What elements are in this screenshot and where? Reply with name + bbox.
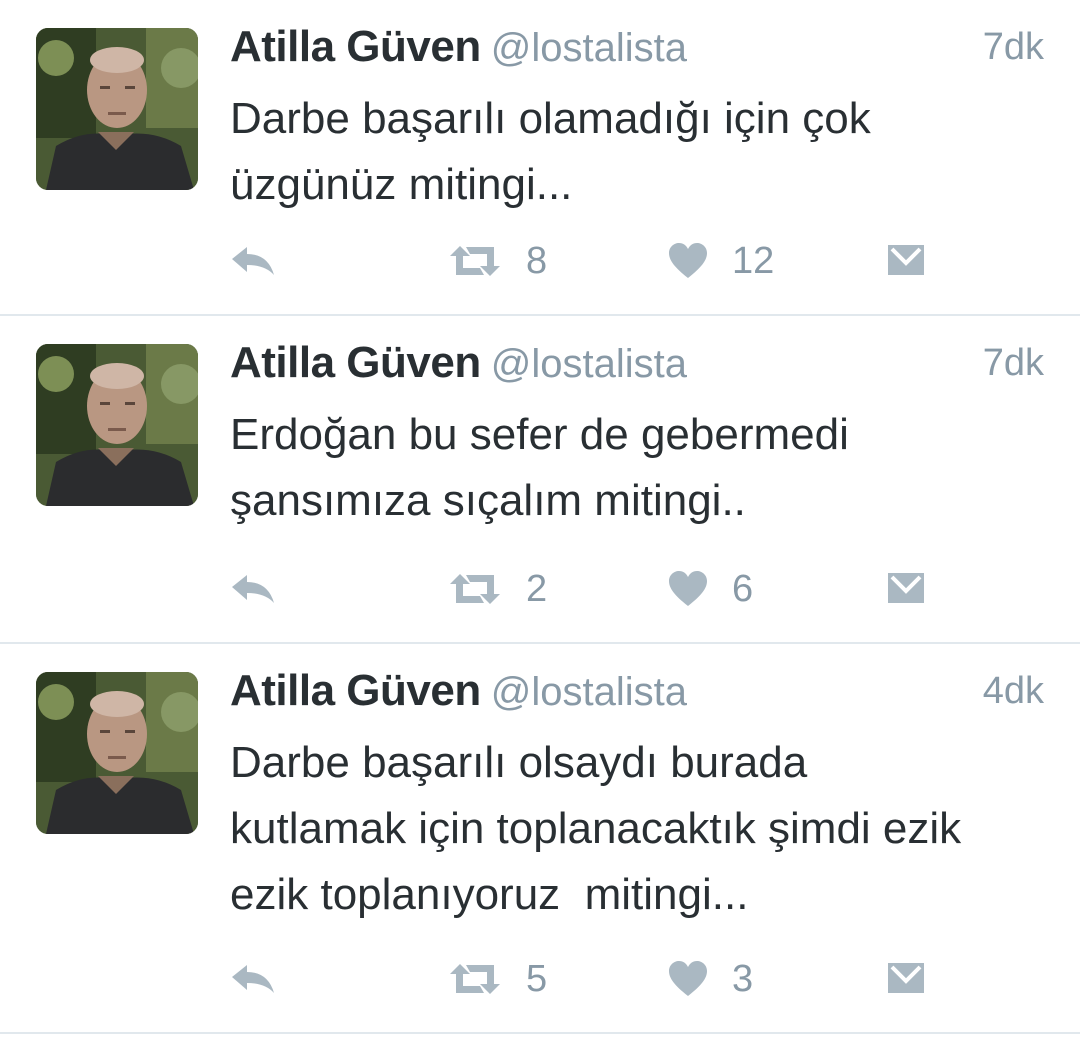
user-name[interactable]: Atilla Güven [230,666,481,715]
reply-button[interactable] [230,954,276,1004]
timeline: Atilla Güven @lostalista 7dk Darbe başarı… [0,0,1080,1048]
tweet-actions: 8 12 [230,236,1044,286]
user-name[interactable]: Atilla Güven [230,338,481,387]
like-count: 6 [732,567,754,610]
user-handle[interactable]: @lostalista [491,342,687,386]
timestamp[interactable]: 7dk [983,26,1044,69]
tweet-actions: 5 3 [230,954,1044,1004]
timestamp[interactable]: 4dk [983,670,1044,713]
retweet-count: 5 [526,957,548,1000]
direct-message-button[interactable] [886,954,926,1004]
tweet[interactable]: Atilla Güven @lostalista 7dk Erdoğan bu s… [0,316,1080,644]
reply-icon [230,244,276,278]
retweet-count: 2 [526,567,548,610]
avatar[interactable] [36,672,198,834]
direct-message-button[interactable] [886,564,926,614]
tweet-actions: 2 6 [230,564,1044,614]
user-handle[interactable]: @lostalista [491,670,687,714]
heart-icon [668,961,708,997]
tweet-text: Darbe başarılı olamadığı için çok üzgünü… [230,94,871,209]
direct-message-icon [886,959,926,999]
like-button[interactable]: 6 [668,564,753,614]
heart-icon [668,243,708,279]
retweet-icon [448,572,502,606]
reply-button[interactable] [230,236,276,286]
direct-message-button[interactable] [886,236,926,286]
like-count: 12 [732,239,775,282]
tweet-text: Erdoğan bu sefer de gebermedi şansımıza … [230,410,849,525]
reply-button[interactable] [230,564,276,614]
retweet-button[interactable]: 5 [448,954,547,1004]
tweet[interactable]: Atilla Güven @lostalista 7dk Darbe başarı… [0,0,1080,316]
like-count: 3 [732,957,754,1000]
tweet-header: Atilla Güven @lostalista 4dk [230,666,1044,722]
retweet-icon [448,244,502,278]
direct-message-icon [886,569,926,609]
retweet-button[interactable]: 8 [448,236,547,286]
retweet-icon [448,962,502,996]
user-name[interactable]: Atilla Güven [230,22,481,71]
tweet-header: Atilla Güven @lostalista 7dk [230,338,1044,394]
tweet-header: Atilla Güven @lostalista 7dk [230,22,1044,78]
tweet[interactable]: Atilla Güven @lostalista 4dk Darbe başarı… [0,644,1080,1034]
tweet-text: Darbe başarılı olsaydı burada kutlamak i… [230,738,962,919]
timestamp[interactable]: 7dk [983,342,1044,385]
like-button[interactable]: 12 [668,236,774,286]
like-button[interactable]: 3 [668,954,753,1004]
direct-message-icon [886,241,926,281]
heart-icon [668,571,708,607]
reply-icon [230,962,276,996]
reply-icon [230,572,276,606]
avatar[interactable] [36,28,198,190]
retweet-button[interactable]: 2 [448,564,547,614]
avatar[interactable] [36,344,198,506]
user-handle[interactable]: @lostalista [491,26,687,70]
retweet-count: 8 [526,239,548,282]
